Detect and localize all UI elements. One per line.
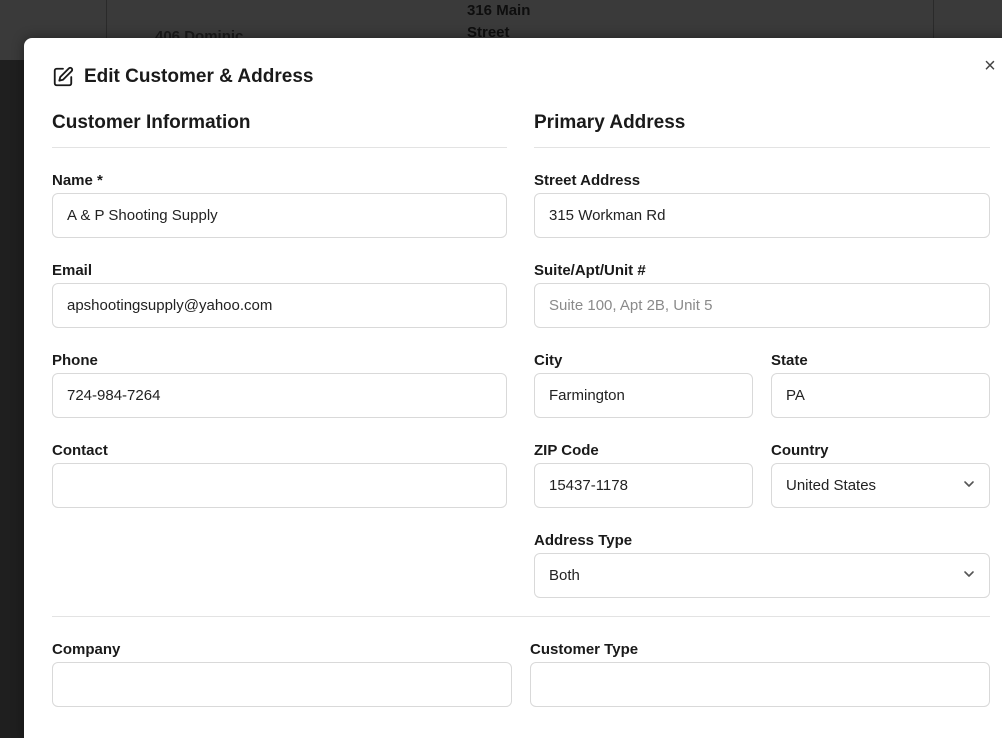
chevron-down-icon (963, 477, 975, 494)
customer-info-title: Customer Information (52, 112, 251, 133)
address-type-value: Both (549, 567, 580, 584)
contact-label: Contact (52, 442, 108, 459)
section-divider (52, 616, 990, 617)
email-label: Email (52, 262, 93, 279)
address-type-label: Address Type (534, 532, 633, 549)
customer-type-input[interactable] (530, 662, 990, 707)
close-button[interactable]: × (980, 54, 1000, 78)
email-input[interactable] (52, 283, 507, 328)
edit-icon (52, 66, 74, 88)
modal-title: Edit Customer & Address (84, 66, 314, 87)
edit-customer-modal: × Edit Customer & Address Customer Infor… (24, 38, 1002, 738)
primary-address-title: Primary Address (534, 112, 686, 133)
customer-info-divider (52, 147, 507, 148)
country-value: United States (786, 477, 877, 494)
zip-label: ZIP Code (534, 442, 599, 459)
city-input[interactable] (534, 373, 753, 418)
contact-input[interactable] (52, 463, 507, 508)
company-label: Company (52, 641, 121, 658)
name-input[interactable] (52, 193, 507, 238)
state-label: State (771, 352, 808, 369)
primary-address-divider (534, 147, 990, 148)
country-select[interactable]: United States (771, 463, 990, 508)
name-label: Name * (52, 172, 103, 189)
street-label: Street Address (534, 172, 641, 189)
state-input[interactable] (771, 373, 990, 418)
modal-header: Edit Customer & Address (52, 66, 313, 88)
city-label: City (534, 352, 563, 369)
suite-label: Suite/Apt/Unit # (534, 262, 646, 279)
customer-type-label: Customer Type (530, 641, 639, 658)
street-input[interactable] (534, 193, 990, 238)
country-label: Country (771, 442, 829, 459)
phone-input[interactable] (52, 373, 507, 418)
suite-input[interactable] (534, 283, 990, 328)
zip-input[interactable] (534, 463, 753, 508)
phone-label: Phone (52, 352, 98, 369)
address-type-select[interactable]: Both (534, 553, 990, 598)
company-input[interactable] (52, 662, 512, 707)
chevron-down-icon (963, 567, 975, 584)
